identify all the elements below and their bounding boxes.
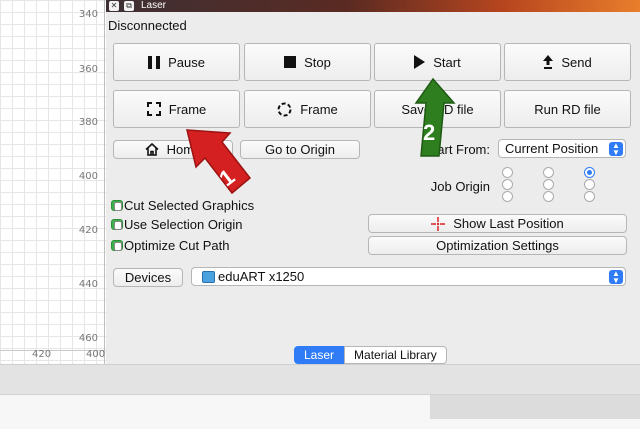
job-origin-label: Job Origin (430, 179, 490, 194)
origin-radio-top-left[interactable] (502, 167, 513, 178)
chevron-updown-icon: ▲ ▼ (609, 270, 623, 285)
bottom-toolbar (0, 364, 640, 394)
pause-icon (148, 55, 161, 69)
save-rd-label: Save RD file (401, 101, 474, 117)
frame-circle-icon (277, 102, 292, 116)
frame-rect-button[interactable]: Frame (113, 90, 240, 128)
origin-radio-bottom-center[interactable] (543, 191, 554, 202)
save-rd-file-button[interactable]: Save RD file (374, 90, 501, 128)
cut-selected-graphics-checkbox[interactable]: Cut Selected Graphics (111, 198, 254, 213)
crosshair-icon (431, 216, 446, 231)
window-title: Laser (141, 0, 167, 11)
run-rd-file-button[interactable]: Run RD file (504, 90, 631, 128)
laser-window: ✕ ⧉ Laser Disconnected Pause Stop Start … (106, 0, 640, 364)
home-label: Home (166, 142, 202, 157)
title-bar: ✕ ⧉ Laser (106, 0, 640, 12)
tab-laser[interactable]: Laser (294, 346, 345, 364)
play-icon (414, 55, 426, 69)
origin-radio-top-center[interactable] (543, 167, 554, 178)
frame-circle-label: Frame (300, 101, 338, 117)
chevron-updown-icon: ▲ ▼ (609, 142, 623, 157)
send-label: Send (561, 54, 592, 70)
ruler-tick: 420 (78, 225, 98, 236)
device-select-value: eduART x1250 (218, 269, 305, 284)
restore-icon[interactable]: ⧉ (124, 1, 134, 11)
device-icon (202, 270, 215, 283)
ruler-tick: 400 (78, 171, 98, 182)
origin-radio-middle-left[interactable] (502, 179, 513, 190)
checkbox-icon (111, 219, 123, 230)
pause-label: Pause (168, 54, 205, 70)
origin-radio-bottom-left[interactable] (502, 191, 513, 202)
frame-circle-button[interactable]: Frame (244, 90, 371, 128)
frame-rect-label: Frame (168, 101, 207, 117)
frame-rect-icon (146, 102, 161, 116)
checkbox-label: Use Selection Origin (124, 217, 243, 232)
origin-radio-bottom-right[interactable] (584, 191, 595, 202)
close-icon[interactable]: ✕ (109, 1, 119, 11)
pause-button[interactable]: Pause (113, 43, 240, 81)
stop-icon (284, 56, 297, 68)
optimize-cut-path-checkbox[interactable]: Optimize Cut Path (111, 238, 230, 253)
ruler-tick: 360 (78, 64, 98, 75)
start-button[interactable]: Start (374, 43, 501, 81)
run-rd-label: Run RD file (534, 101, 601, 117)
origin-radio-middle-right[interactable] (584, 179, 595, 190)
ruler-tick: 380 (78, 117, 98, 128)
origin-radio-top-right[interactable] (584, 167, 595, 178)
show-last-position-button[interactable]: Show Last Position (368, 214, 627, 233)
ruler-x-tick: 420 (32, 349, 52, 360)
origin-radio-middle-center[interactable] (543, 179, 554, 190)
canvas-ruler: 340 360 380 400 420 440 460 420 400 (0, 0, 106, 364)
start-from-label: Start From: (424, 142, 490, 157)
stop-button[interactable]: Stop (244, 43, 371, 81)
ruler-x-tick: 400 (86, 349, 106, 360)
use-selection-origin-checkbox[interactable]: Use Selection Origin (111, 217, 243, 232)
bottom-panel-block (430, 395, 640, 419)
checkbox-label: Cut Selected Graphics (124, 198, 255, 213)
bottom-panel (0, 394, 640, 429)
ruler-tick: 340 (78, 9, 98, 20)
start-from-select[interactable]: Current Position ▲ ▼ (498, 139, 626, 158)
optimization-settings-label: Optimization Settings (436, 238, 559, 253)
devices-label: Devices (124, 270, 172, 285)
connection-status: Disconnected (108, 18, 187, 33)
start-label: Start (433, 54, 461, 70)
ruler-tick: 460 (78, 333, 98, 344)
stop-label: Stop (304, 54, 331, 70)
devices-button[interactable]: Devices (113, 268, 183, 287)
go-to-origin-button[interactable]: Go to Origin (240, 140, 360, 159)
checkbox-label: Optimize Cut Path (124, 238, 230, 253)
ruler-edge (104, 0, 105, 364)
upload-icon (543, 55, 554, 69)
tab-material-library[interactable]: Material Library (344, 346, 447, 364)
home-button[interactable]: Home (113, 140, 233, 159)
checkbox-icon (111, 200, 123, 211)
show-last-position-label: Show Last Position (453, 216, 564, 231)
send-button[interactable]: Send (504, 43, 631, 81)
optimization-settings-button[interactable]: Optimization Settings (368, 236, 627, 255)
panel-tabs: Laser Material Library (294, 346, 447, 364)
ruler-tick: 440 (78, 279, 98, 290)
home-icon (145, 143, 159, 156)
checkbox-icon (111, 240, 123, 251)
device-select[interactable]: eduART x1250 ▲ ▼ (191, 267, 626, 286)
start-from-value: Current Position (505, 141, 599, 156)
go-to-origin-label: Go to Origin (264, 142, 336, 157)
